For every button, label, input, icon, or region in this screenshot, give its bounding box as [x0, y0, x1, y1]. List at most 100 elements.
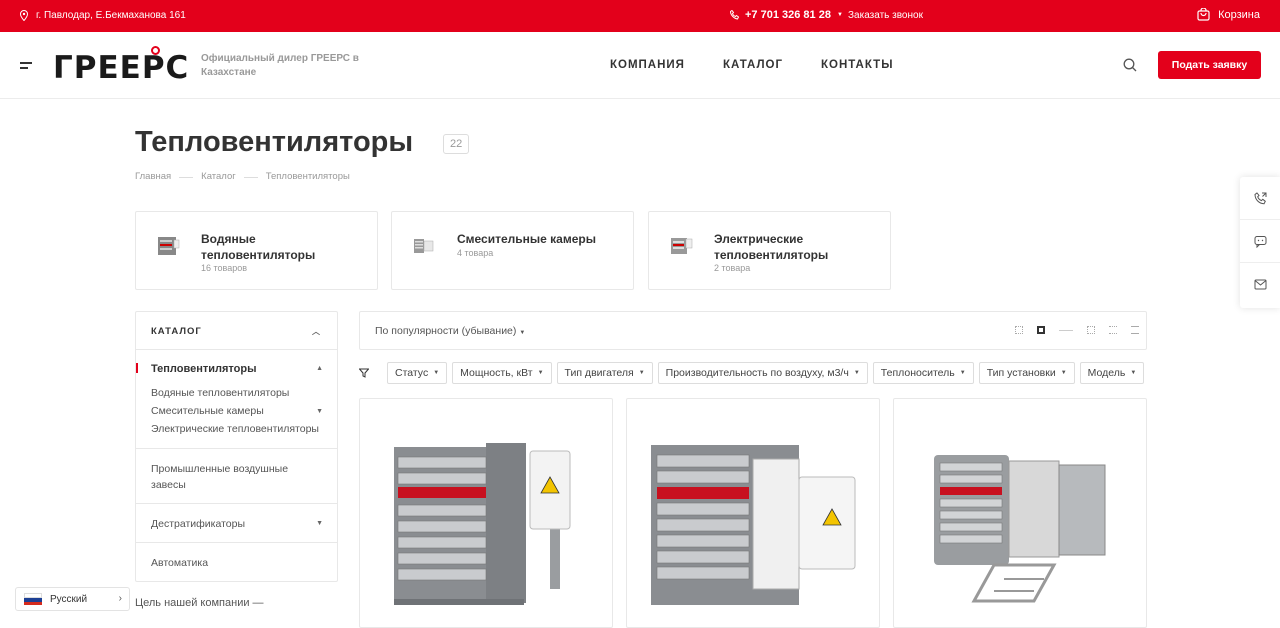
sidebar-item-automation[interactable]: Автоматика: [151, 555, 316, 571]
sidebar-item-air-curtains[interactable]: Промышленные воздушные завесы: [151, 461, 316, 493]
view-tile-icon[interactable]: [1087, 326, 1095, 334]
filter-label: Тип двигателя: [564, 367, 634, 379]
nav-company[interactable]: КОМПАНИЯ: [610, 59, 685, 71]
caret-down-icon: ▼: [638, 370, 645, 376]
caret-down-icon: ▼: [1130, 370, 1137, 376]
caret-down-icon: ▼: [433, 370, 440, 376]
filter-motor-type[interactable]: Тип двигателя ▼: [556, 362, 653, 384]
main-nav: КОМПАНИЯ КАТАЛОГ КОНТАКТЫ: [610, 59, 893, 71]
email-float-button[interactable]: [1240, 263, 1280, 306]
sort-label: По популярности (убывание): [375, 325, 517, 337]
address[interactable]: г. Павлодар, Е.Бекмаханова 161: [20, 10, 186, 21]
header: ГРЕЕРС Официальный дилер ГРЕЕРС в Казахс…: [0, 32, 1280, 99]
sidebar-subitem-water[interactable]: Водяные тепловентиляторы: [151, 387, 289, 399]
subcategory-name: Электрические тепловентиляторы: [714, 232, 829, 262]
sidebar-header-label: КАТАЛОГ: [151, 326, 202, 337]
water-heater-thumbnail-icon: [158, 237, 180, 255]
caret-down-icon[interactable]: ▼: [316, 408, 323, 415]
filter-installation-type[interactable]: Тип установки ▼: [978, 362, 1075, 384]
product-image: [934, 455, 1106, 603]
subcategory-card-electric[interactable]: Электрические тепловентиляторы 2 товара: [648, 211, 891, 290]
caret-down-icon: ▼: [853, 370, 860, 376]
search-icon[interactable]: [1123, 58, 1137, 72]
mixing-chamber-thumbnail-icon: [414, 239, 434, 253]
nav-contacts[interactable]: КОНТАКТЫ: [821, 59, 893, 71]
floating-contact-bar: [1240, 177, 1280, 308]
phone-link[interactable]: +7 701 326 81 28 ▼: [730, 9, 843, 21]
subcategory-card-mixing[interactable]: Смесительные камеры 4 товара: [391, 211, 634, 290]
breadcrumb-current: Тепловентиляторы: [265, 171, 350, 182]
location-pin-icon: [20, 10, 28, 21]
top-bar: г. Павлодар, Е.Бекмаханова 161 +7 701 32…: [0, 0, 1280, 32]
filters-bar: Статус ▼ Мощность, кВт ▼ Тип двигателя ▼ Пр…: [359, 362, 1145, 384]
subcategory-count: 2 товара: [714, 263, 751, 273]
logo[interactable]: ГРЕЕРС: [53, 46, 190, 86]
company-goal-text: Цель нашей компании —: [135, 597, 264, 609]
view-list-icon[interactable]: [1109, 326, 1117, 334]
sort-bar: По популярности (убывание) ▼: [359, 311, 1147, 350]
product-card[interactable]: [893, 398, 1147, 628]
product-count-badge: 22: [443, 134, 470, 154]
filter-label: Тип установки: [986, 367, 1056, 379]
filter-label: Производительность по воздуху, м3/ч: [665, 367, 849, 379]
divider: [136, 503, 337, 504]
address-text: г. Павлодар, Е.Бекмаханова 161: [36, 10, 186, 21]
filter-label: Теплоноситель: [880, 367, 955, 379]
submit-request-button[interactable]: Подать заявку: [1158, 51, 1261, 79]
breadcrumb-separator: [179, 177, 194, 182]
filter-status[interactable]: Статус ▼: [387, 362, 448, 384]
callback-link[interactable]: Заказать звонок: [848, 10, 923, 21]
view-table-icon[interactable]: [1131, 326, 1139, 334]
mail-icon: [1254, 279, 1266, 290]
product-image: [394, 443, 571, 605]
view-small-grid-icon[interactable]: [1015, 326, 1023, 334]
filter-label: Модель: [1087, 367, 1126, 379]
callback-float-button[interactable]: [1240, 177, 1280, 220]
view-switcher: [1015, 326, 1139, 334]
caret-up-icon[interactable]: ▲: [316, 365, 323, 372]
filter-label: Мощность, кВт: [460, 367, 533, 379]
divider: [136, 448, 337, 449]
divider: [136, 542, 337, 543]
nav-catalog[interactable]: КАТАЛОГ: [723, 59, 783, 71]
logo-text: ГРЕЕРС: [53, 50, 190, 86]
product-card[interactable]: [626, 398, 880, 628]
chat-icon: [1254, 235, 1266, 248]
breadcrumb-catalog[interactable]: Каталог: [201, 171, 236, 182]
logo-dot: [151, 46, 160, 55]
cart-link[interactable]: Корзина: [1197, 8, 1260, 21]
sidebar-item-current[interactable]: Тепловентиляторы: [151, 363, 257, 375]
cart-icon: [1197, 8, 1210, 21]
chevron-up-icon[interactable]: ︿: [312, 326, 321, 337]
sidebar-header[interactable]: КАТАЛОГ ︿: [136, 312, 337, 350]
chevron-down-icon[interactable]: ▼: [837, 12, 843, 18]
sidebar-subitem-mixing[interactable]: Смесительные камеры: [151, 405, 264, 417]
filter-icon[interactable]: [359, 368, 369, 378]
filter-model[interactable]: Модель ▼: [1079, 362, 1145, 384]
phone-number: +7 701 326 81 28: [745, 9, 831, 21]
language-switcher[interactable]: Русский ›: [15, 587, 130, 611]
view-divider: [1059, 329, 1073, 331]
cart-label: Корзина: [1218, 8, 1260, 21]
filter-airflow[interactable]: Производительность по воздуху, м3/ч ▼: [657, 362, 868, 384]
filter-label: Статус: [395, 367, 429, 379]
product-image: [651, 445, 856, 605]
subcategory-card-water[interactable]: Водяные тепловентиляторы 16 товаров: [135, 211, 378, 290]
chat-float-button[interactable]: [1240, 220, 1280, 263]
breadcrumb-home[interactable]: Главная: [135, 171, 171, 182]
view-large-grid-icon[interactable]: [1037, 326, 1045, 334]
subcategory-count: 4 товара: [457, 248, 494, 258]
subcategory-count: 16 товаров: [201, 263, 248, 273]
product-card[interactable]: [359, 398, 613, 628]
chevron-right-icon[interactable]: ›: [119, 593, 122, 604]
caret-down-icon[interactable]: ▼: [316, 520, 323, 527]
breadcrumb: Главная Каталог Тепловентиляторы: [135, 171, 350, 182]
sidebar-subitem-electric[interactable]: Электрические тепловентиляторы: [151, 423, 319, 435]
sidebar-item-destratifiers[interactable]: Дестратификаторы: [151, 516, 316, 532]
filter-heat-carrier[interactable]: Теплоноситель ▼: [872, 362, 974, 384]
sort-dropdown[interactable]: По популярности (убывание) ▼: [375, 325, 525, 337]
electric-heater-thumbnail-icon: [671, 238, 693, 254]
filter-power[interactable]: Мощность, кВт ▼: [452, 362, 552, 384]
dealer-text: Официальный дилер ГРЕЕРС в Казахстане: [201, 53, 359, 78]
menu-icon[interactable]: [20, 62, 32, 72]
